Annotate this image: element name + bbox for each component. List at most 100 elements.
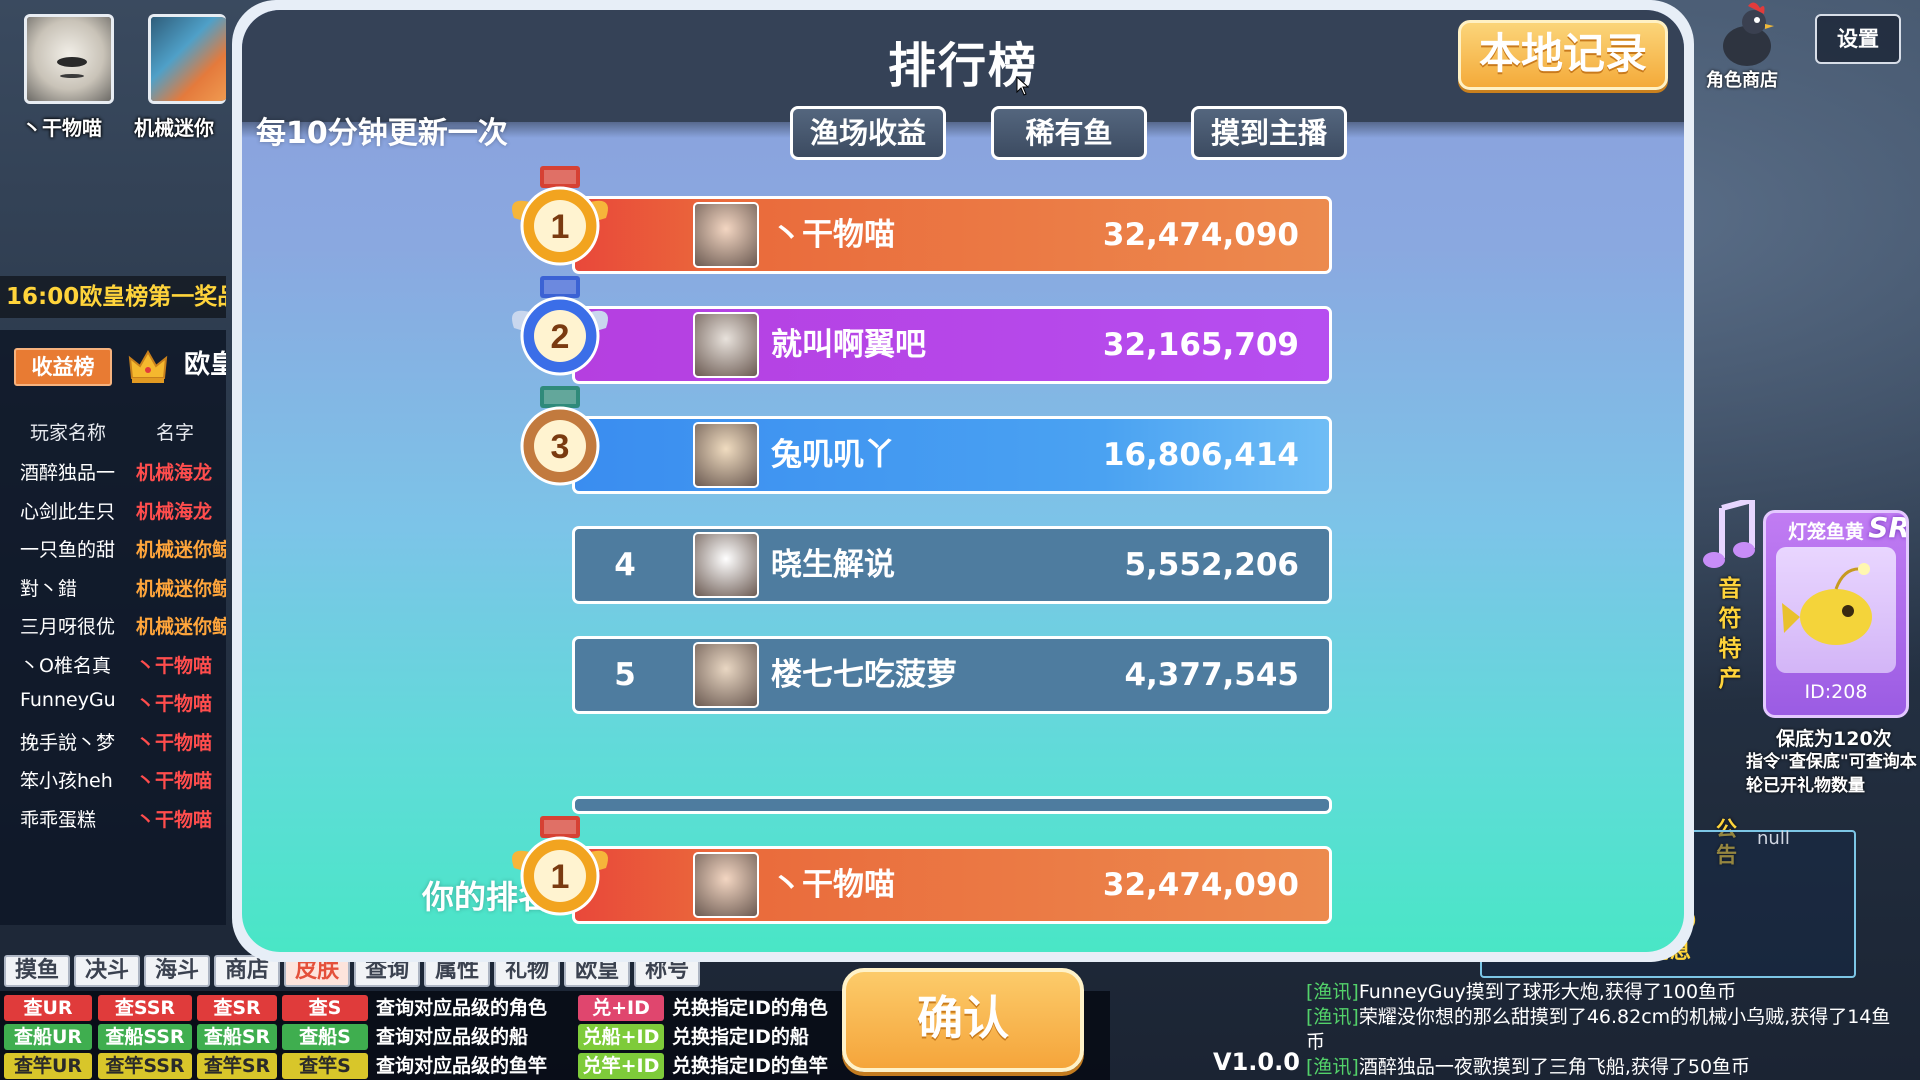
command-description: 查询对应品级的船 <box>376 1026 529 1048</box>
command-button[interactable]: 查竿SR <box>197 1053 277 1079</box>
rank-row[interactable]: 兔叽叽丫 16,806,414 <box>572 416 1332 494</box>
command-button[interactable]: 查S <box>282 995 368 1021</box>
player-portrait-1[interactable] <box>24 14 114 104</box>
row-item-name: 机械海龙 <box>136 462 213 484</box>
command-tab[interactable]: 海斗 <box>144 955 211 987</box>
player-avatar <box>693 202 759 268</box>
row-player-name: 一只鱼的甜 <box>20 539 116 561</box>
svg-text:1: 1 <box>551 208 570 246</box>
your-rank-entry[interactable]: 丶干物喵 32,474,090 <box>572 846 1332 924</box>
command-button[interactable]: 查SR <box>197 995 277 1021</box>
command-button[interactable]: 查竿SSR <box>98 1053 192 1079</box>
local-record-button[interactable]: 本地记录 <box>1458 20 1668 90</box>
redeem-description: 兑换指定ID的角色 <box>672 997 828 1019</box>
crown-icon <box>128 349 168 383</box>
row-player-name: 笨小孩heh <box>20 770 113 792</box>
row-item-name: 机械迷你鲸 <box>136 616 226 638</box>
news-log: [渔讯]FunneyGuy摸到了球形大炮,获得了100鱼币 [渔讯]荣耀没你想的那… <box>1306 980 1920 1080</box>
player-name: 兔叽叽丫 <box>771 437 895 473</box>
command-button[interactable]: 查船SR <box>197 1024 277 1050</box>
news-line: [渔讯]荣耀没你想的那么甜摸到了46.82cm的机械小乌贼,获得了14鱼 <box>1306 1005 1920 1030</box>
rank-medal-icon: 3 <box>520 386 600 486</box>
player-name: 楼七七吃菠萝 <box>771 657 957 693</box>
news-line: [渔讯]FunneyGuy摸到了球形大炮,获得了100鱼币 <box>1306 980 1920 1005</box>
update-note: 每10分钟更新一次 <box>256 116 508 151</box>
news-line: [渔讯]酒醉独品一夜歌摸到了三角飞船,获得了50鱼币 <box>1306 1055 1920 1080</box>
news-tag: [渔讯] <box>1306 1006 1359 1028</box>
row-player-name: 心剑此生只 <box>20 500 116 523</box>
left-leaderboard: 收益榜 欧皇 玩家名称 名字 酒醉独品一 机械海龙 心剑此生只 机械海龙 一只鱼的甜 机械… <box>0 330 226 925</box>
left-leaderboard-row[interactable]: 乖乖蛋糕 丶干物喵 <box>0 805 226 852</box>
rank-medal-icon: 2 <box>512 276 608 376</box>
rank-row[interactable]: 5 楼七七吃菠萝 4,377,545 <box>572 636 1332 714</box>
settings-button[interactable]: 设置 <box>1815 14 1901 64</box>
column-name: 名字 <box>156 422 195 444</box>
command-description: 查询对应品级的鱼竿 <box>376 1055 548 1077</box>
gift-specialty-label: 音符特产 <box>1718 576 1742 692</box>
gift-rarity-badge: SR <box>1868 511 1909 544</box>
player-score: 16,806,414 <box>1102 437 1299 473</box>
row-player-name: 挽手說丶梦 <box>20 731 116 754</box>
row-item-name: 丶干物喵 <box>136 654 213 677</box>
rank-row[interactable]: 丶干物喵 32,474,090 <box>572 196 1332 274</box>
redeem-button[interactable]: 兑竿+ID <box>578 1053 664 1079</box>
row-item-name: 丶干物喵 <box>136 770 213 792</box>
lantern-fish-image <box>1776 547 1896 673</box>
command-tab[interactable]: 摸鱼 <box>4 955 71 987</box>
tab-income-board[interactable]: 收益榜 <box>14 348 112 386</box>
tab-rare-fish[interactable]: 稀有鱼 <box>991 106 1147 160</box>
command-tab[interactable]: 决斗 <box>74 955 141 987</box>
player-score: 4,377,545 <box>1124 657 1299 693</box>
command-button[interactable]: 查UR <box>4 995 92 1021</box>
command-button[interactable]: 查船S <box>282 1024 368 1050</box>
role-shop-label[interactable]: 角色商店 <box>1706 66 1778 92</box>
rank-number: 4 <box>614 547 636 583</box>
gift-card[interactable]: 灯笼鱼黄 SR ID:208 <box>1763 510 1909 718</box>
svg-text:2: 2 <box>551 318 570 356</box>
svg-text:3: 3 <box>551 428 570 466</box>
news-tag: [渔讯] <box>1306 1056 1359 1078</box>
player-portrait-2[interactable] <box>148 14 226 104</box>
player-score: 32,165,709 <box>1102 327 1299 363</box>
row-player-name: 乖乖蛋糕 <box>20 808 97 831</box>
player-avatar <box>693 852 759 918</box>
row-item-name: 机械迷你鲸 <box>136 577 226 600</box>
svg-text:1: 1 <box>551 858 570 896</box>
redeem-button[interactable]: 兑船+ID <box>578 1024 664 1050</box>
rooster-shop-icon[interactable] <box>1712 0 1782 70</box>
player-name: 丶干物喵 <box>771 217 895 253</box>
gift-hint: 指令"查保底"可查询本轮已开礼物数量 <box>1746 752 1917 796</box>
music-note-icon <box>1703 500 1755 568</box>
row-item-name: 丶干物喵 <box>136 808 213 831</box>
redeem-button[interactable]: 兑+ID <box>578 995 664 1021</box>
rank-row[interactable]: 就叫啊翼吧 32,165,709 <box>572 306 1332 384</box>
news-text: 荣耀没你想的那么甜摸到了46.82cm的机械小乌贼,获得了14鱼 <box>1358 1006 1891 1028</box>
command-button[interactable]: 查竿S <box>282 1053 368 1079</box>
portrait-1-label: 丶干物喵 <box>22 116 102 140</box>
command-button[interactable]: 查船SSR <box>98 1024 192 1050</box>
player-avatar <box>693 642 759 708</box>
version-label: V1.0.0 <box>1213 1048 1300 1076</box>
player-name: 丶干物喵 <box>771 867 895 903</box>
leaderboard-modal: 排行榜 本地记录 每10分钟更新一次 渔场收益 稀有鱼 摸到主播 丶干物喵 32,… <box>232 0 1694 962</box>
rank-medal-icon: 1 <box>512 166 608 266</box>
tab-touched-anchor[interactable]: 摸到主播 <box>1191 106 1347 160</box>
rank-medal-icon: 1 <box>512 816 608 916</box>
player-avatar <box>693 312 759 378</box>
column-player-name: 玩家名称 <box>30 422 107 444</box>
news-line: 币 <box>1306 1030 1920 1055</box>
player-score: 32,474,090 <box>1102 217 1299 253</box>
confirm-button[interactable]: 确认 <box>842 968 1084 1072</box>
portrait-2-label: 机械迷你 <box>134 116 214 140</box>
news-text: FunneyGuy摸到了球形大炮,获得了100鱼币 <box>1358 981 1737 1003</box>
redeem-description: 兑换指定ID的鱼竿 <box>672 1055 828 1077</box>
rank-row[interactable]: 4 晓生解说 5,552,206 <box>572 526 1332 604</box>
rank-row-partial <box>572 796 1332 814</box>
row-player-name: 對丶錯 <box>20 577 78 600</box>
command-button[interactable]: 查SSR <box>98 995 192 1021</box>
tab-euro-board[interactable]: 欧皇 <box>184 344 226 381</box>
command-button[interactable]: 查船UR <box>4 1024 92 1050</box>
tab-fishery-income[interactable]: 渔场收益 <box>790 106 946 160</box>
command-button[interactable]: 查竿UR <box>4 1053 92 1079</box>
news-text: 酒醉独品一夜歌摸到了三角飞船,获得了50鱼币 <box>1358 1056 1751 1078</box>
